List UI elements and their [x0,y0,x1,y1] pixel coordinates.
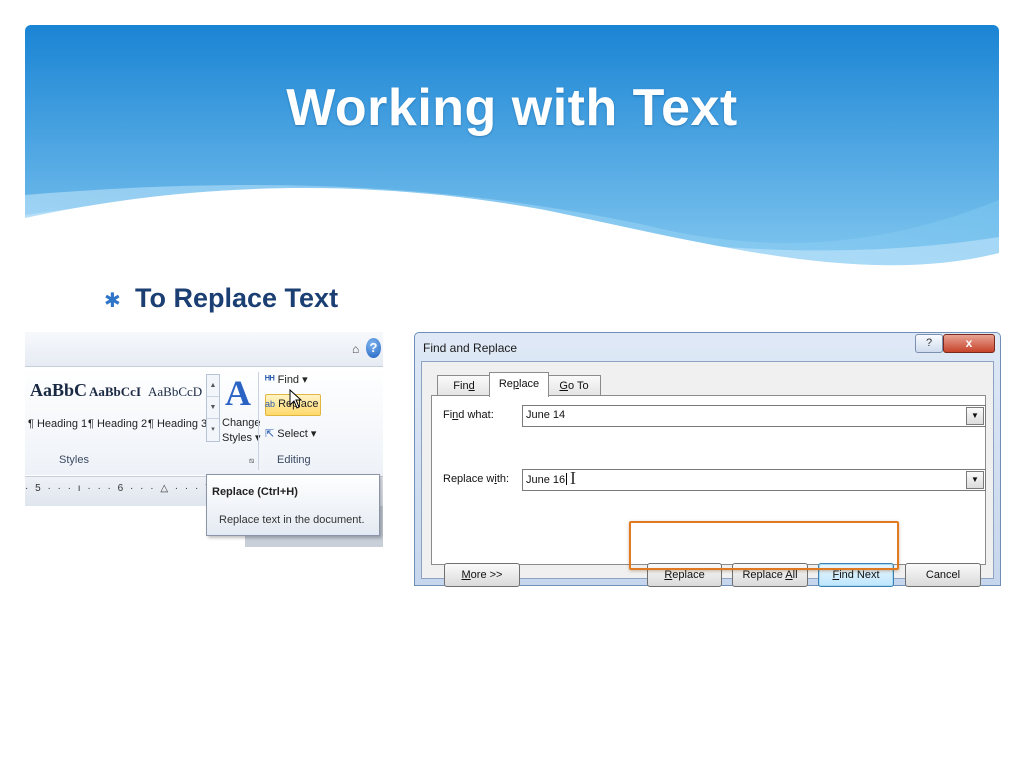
replace-with-value: June 16 [526,473,568,486]
tab-find-label: Fin [453,380,469,392]
text-caret [566,473,568,485]
ribbon-group-divider [258,372,259,470]
style-caption-heading-3: ¶ Heading 3 [148,418,208,430]
editing-group-label: Editing [277,454,311,466]
tab-goto-accesskey: G [559,380,568,392]
select-cursor-icon: ⇱ [265,428,275,440]
more-button[interactable]: More >> [444,563,520,587]
style-preview-heading-1[interactable]: AaBbC [30,380,87,401]
tab-find-accesskey: d [468,380,475,392]
tab-goto-label: o To [567,380,589,392]
gallery-more-icon[interactable]: ▾ [207,419,219,440]
ruler-ticks: · 5 · · · ı · · · 6 · · · △ · · · 7 [25,483,213,494]
tab-replace-label-end: lace [519,378,540,390]
replace-with-label: Replace with: [443,473,510,485]
styles-group-label: Styles [59,454,89,466]
replace-with-dropdown-icon[interactable]: ▼ [966,471,984,489]
replace-all-label: Replace [742,569,786,581]
dialog-help-button[interactable]: ? [915,334,943,353]
tooltip-description: Replace text in the document. [219,514,365,526]
gallery-scroll-up-icon[interactable]: ▲ [207,375,219,397]
tooltip-title: Replace (Ctrl+H) [212,486,298,498]
ibeam-cursor-icon: I [570,468,576,488]
bullet-heading: To Replace Text [135,283,339,313]
find-what-value: June 14 [526,409,566,421]
style-preview-heading-3[interactable]: AaBbCcD [148,384,202,400]
cancel-button[interactable]: Cancel [905,563,981,587]
mouse-pointer-icon [289,389,303,409]
replace-with-input[interactable]: June 16 ▼ [522,469,986,491]
banner-wave-graphic [25,25,999,295]
select-label: Select ▾ [277,428,317,440]
tab-goto[interactable]: Go To [547,375,601,396]
style-preview-heading-2[interactable]: AaBbCcI [89,384,141,400]
more-label: ore >> [470,569,503,581]
styles-gallery-scrollbar[interactable]: ▲ ▼ ▾ [206,374,220,442]
select-button[interactable]: ⇱ Select ▾ [265,427,316,440]
tab-replace[interactable]: Replace [489,372,549,397]
tab-replace-label: Re [498,378,513,390]
gallery-scroll-down-icon[interactable]: ▼ [207,397,219,419]
style-caption-heading-2: ¶ Heading 2 [88,418,148,430]
find-what-input[interactable]: June 14 ▼ [522,405,986,427]
style-caption-heading-1: ¶ Heading 1 [28,418,88,430]
change-styles-icon[interactable]: A [225,372,251,414]
replace-dialog-label: eplace [672,569,705,581]
find-what-label: Find what: [443,409,494,421]
find-button[interactable]: ᴴᴴ Find ▾ [265,373,308,386]
replace-all-accesskey: A [785,569,793,581]
replace-icon: ab [265,399,276,409]
ribbon-help-icon[interactable]: ? [366,338,381,358]
binoculars-icon: ᴴᴴ [265,374,275,386]
find-what-dropdown-icon[interactable]: ▼ [966,407,984,425]
tab-find[interactable]: Find [437,375,491,396]
styles-dialog-launcher-icon[interactable]: ⧅ [249,456,254,466]
buttons-highlight-box [629,521,899,570]
dialog-title: Find and Replace [423,341,518,355]
bullet-star-icon: ✱ [104,290,121,312]
ribbon-screenshot: ⌂ ? AaBbC AaBbCcI AaBbCcD ¶ Heading 1 ¶ … [25,332,383,547]
replace-all-label-end: ll [792,569,798,581]
find-next-label: ind Next [839,569,880,581]
title-banner [25,25,999,295]
dialog-close-button[interactable]: x [943,334,995,353]
find-label: Find ▾ [277,374,308,386]
more-accesskey: M [461,569,471,581]
slide-title: Working with Text [286,79,738,137]
change-styles-label-1: Change [222,417,261,429]
ribbon-top-bar: ⌂ ? [25,332,383,367]
change-styles-label-2: Styles ▾ [222,432,261,444]
replace-tooltip: Replace (Ctrl+H) Replace text in the doc… [206,474,380,536]
minimize-ribbon-icon[interactable]: ⌂ [352,342,359,356]
change-styles-button[interactable]: Change Styles ▾ [222,416,261,446]
